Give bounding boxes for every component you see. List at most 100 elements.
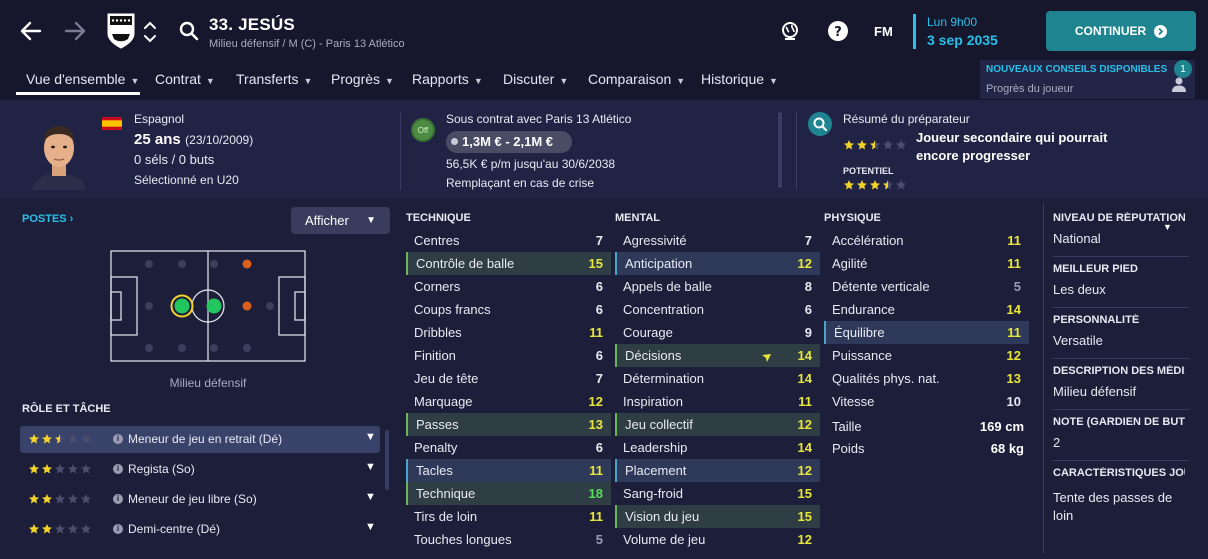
attribute-row[interactable]: Coups francs 6: [406, 298, 611, 321]
attribute-row[interactable]: Centres 7: [406, 229, 611, 252]
attribute-name: Finition: [414, 348, 456, 363]
attribute-row[interactable]: Agilité 11: [824, 252, 1029, 275]
tab-reports[interactable]: Rapports ▼: [412, 71, 483, 87]
continue-button[interactable]: CONTINUER: [1046, 11, 1196, 51]
traits-title: CARACTÉRISTIQUES JOUEUR: [1053, 467, 1185, 479]
attribute-row[interactable]: Anticipation 12: [615, 252, 820, 275]
role-stars: [28, 433, 92, 445]
tab-transfers[interactable]: Transferts ▼: [236, 71, 312, 87]
tab-discuss[interactable]: Discuter ▼: [503, 71, 568, 87]
attribute-row[interactable]: Dribbles 11: [406, 321, 611, 344]
attribute-value: 6: [595, 348, 603, 363]
attribute-row[interactable]: Sang-froid 15: [615, 482, 820, 505]
star-icon: [42, 524, 52, 534]
potential-label: POTENTIEL: [843, 166, 894, 176]
attribute-row[interactable]: Passes 13: [406, 413, 611, 436]
star-icon: [29, 464, 39, 474]
player-subtitle: Milieu défensif / M (C) - Paris 13 Atlét…: [209, 38, 405, 50]
attribute-row[interactable]: Jeu collectif 12: [615, 413, 820, 436]
star-icon: [29, 524, 39, 534]
attribute-row[interactable]: Tacles 11: [406, 459, 611, 482]
info-icon[interactable]: i: [113, 464, 123, 474]
role-row[interactable]: i Demi-centre (Dé) ▼: [20, 516, 380, 543]
help-icon[interactable]: ?: [827, 20, 849, 42]
attribute-row[interactable]: Tirs de loin 11: [406, 505, 611, 528]
back-arrow-icon[interactable]: [18, 16, 44, 46]
attribute-row[interactable]: Penalty 6: [406, 436, 611, 459]
attribute-row[interactable]: Décisions 14: [615, 344, 820, 367]
attribute-row[interactable]: Vitesse 10: [824, 390, 1029, 413]
attribute-name: Concentration: [623, 302, 704, 317]
role-row[interactable]: i Meneur de jeu en retrait (Dé) ▼: [20, 426, 380, 453]
role-row[interactable]: i Meneur de jeu libre (So) ▼: [20, 486, 380, 513]
media-description-value: Milieu défensif: [1053, 384, 1137, 399]
role-label: Meneur de jeu en retrait (Dé): [128, 432, 283, 446]
attribute-row[interactable]: Placement 12: [615, 459, 820, 482]
scrollbar[interactable]: [778, 112, 782, 188]
attribute-row[interactable]: Corners 6: [406, 275, 611, 298]
info-icon[interactable]: i: [113, 434, 123, 444]
attribute-row[interactable]: Technique 18: [406, 482, 611, 505]
display-dropdown[interactable]: Afficher ▼: [291, 207, 390, 234]
star-icon: [896, 140, 906, 150]
continue-label: CONTINUER: [1074, 24, 1147, 38]
attribute-name: Vitesse: [832, 394, 875, 409]
attribute-improving-icon: [761, 350, 772, 362]
attribute-row[interactable]: Vision du jeu 15: [615, 505, 820, 528]
tab-contract[interactable]: Contrat ▼: [155, 71, 215, 87]
attribute-row[interactable]: Contrôle de balle 15: [406, 252, 611, 275]
attribute-row[interactable]: Inspiration 11: [615, 390, 820, 413]
transfer-value[interactable]: 1,3M € - 2,1M €: [446, 131, 572, 153]
world-icon[interactable]: [779, 20, 801, 42]
scrollbar[interactable]: [385, 430, 389, 490]
tab-overview[interactable]: Vue d'ensemble ▼: [26, 71, 139, 87]
attribute-row[interactable]: Endurance 14: [824, 298, 1029, 321]
attribute-row[interactable]: Agressivité 7: [615, 229, 820, 252]
attribute-row[interactable]: Courage 9: [615, 321, 820, 344]
tab-history[interactable]: Historique ▼: [701, 71, 778, 87]
attribute-row[interactable]: Jeu de tête 7: [406, 367, 611, 390]
media-description-title: DESCRIPTION DES MÉDIAS: [1053, 365, 1185, 377]
chevron-down-icon[interactable]: ▼: [365, 521, 376, 533]
attribute-row[interactable]: Accélération 11: [824, 229, 1029, 252]
chevron-down-icon[interactable]: ▼: [365, 491, 376, 503]
attribute-row[interactable]: Finition 6: [406, 344, 611, 367]
chevron-down-icon: ▼: [769, 76, 778, 86]
attribute-value: 15: [797, 509, 812, 524]
role-stars: [28, 463, 92, 475]
attribute-row[interactable]: Qualités phys. nat. 13: [824, 367, 1029, 390]
tab-comparison[interactable]: Comparaison ▼: [588, 71, 685, 87]
attribute-row[interactable]: Équilibre 11: [824, 321, 1029, 344]
attribute-row[interactable]: Puissance 12: [824, 344, 1029, 367]
attribute-row[interactable]: Appels de balle 8: [615, 275, 820, 298]
tab-progress[interactable]: Progrès ▼: [331, 71, 394, 87]
attribute-row[interactable]: Concentration 6: [615, 298, 820, 321]
star-icon: [844, 140, 854, 150]
role-row[interactable]: i Regista (So) ▼: [20, 456, 380, 483]
attribute-value: 14: [1006, 302, 1021, 317]
search-icon[interactable]: [178, 20, 200, 42]
attribute-row[interactable]: Touches longues 5: [406, 528, 611, 551]
transfer-status-badge[interactable]: Off: [411, 118, 435, 142]
info-icon[interactable]: i: [113, 494, 123, 504]
star-icon: [870, 180, 880, 190]
attribute-name: Agressivité: [623, 233, 687, 248]
star-icon: [844, 180, 854, 190]
attribute-name: Qualités phys. nat.: [832, 371, 940, 386]
club-badge-icon[interactable]: [106, 12, 136, 50]
attribute-row[interactable]: Détente verticale 5: [824, 275, 1029, 298]
attribute-row[interactable]: Volume de jeu 12: [615, 528, 820, 551]
fm-menu[interactable]: FM: [874, 24, 893, 39]
info-icon[interactable]: i: [113, 524, 123, 534]
chevron-down-icon[interactable]: ▼: [365, 431, 376, 443]
attribute-row[interactable]: Leadership 14: [615, 436, 820, 459]
forward-arrow-icon[interactable]: [62, 16, 88, 46]
star-icon: [81, 434, 91, 444]
attribute-row[interactable]: Marquage 12: [406, 390, 611, 413]
attribute-row[interactable]: Détermination 14: [615, 367, 820, 390]
player-switch-icon[interactable]: [142, 18, 158, 46]
positions-link[interactable]: POSTES ›: [22, 213, 73, 225]
attribute-name: Jeu collectif: [625, 417, 693, 432]
coach-search-icon[interactable]: [808, 112, 832, 136]
chevron-down-icon[interactable]: ▼: [365, 461, 376, 473]
